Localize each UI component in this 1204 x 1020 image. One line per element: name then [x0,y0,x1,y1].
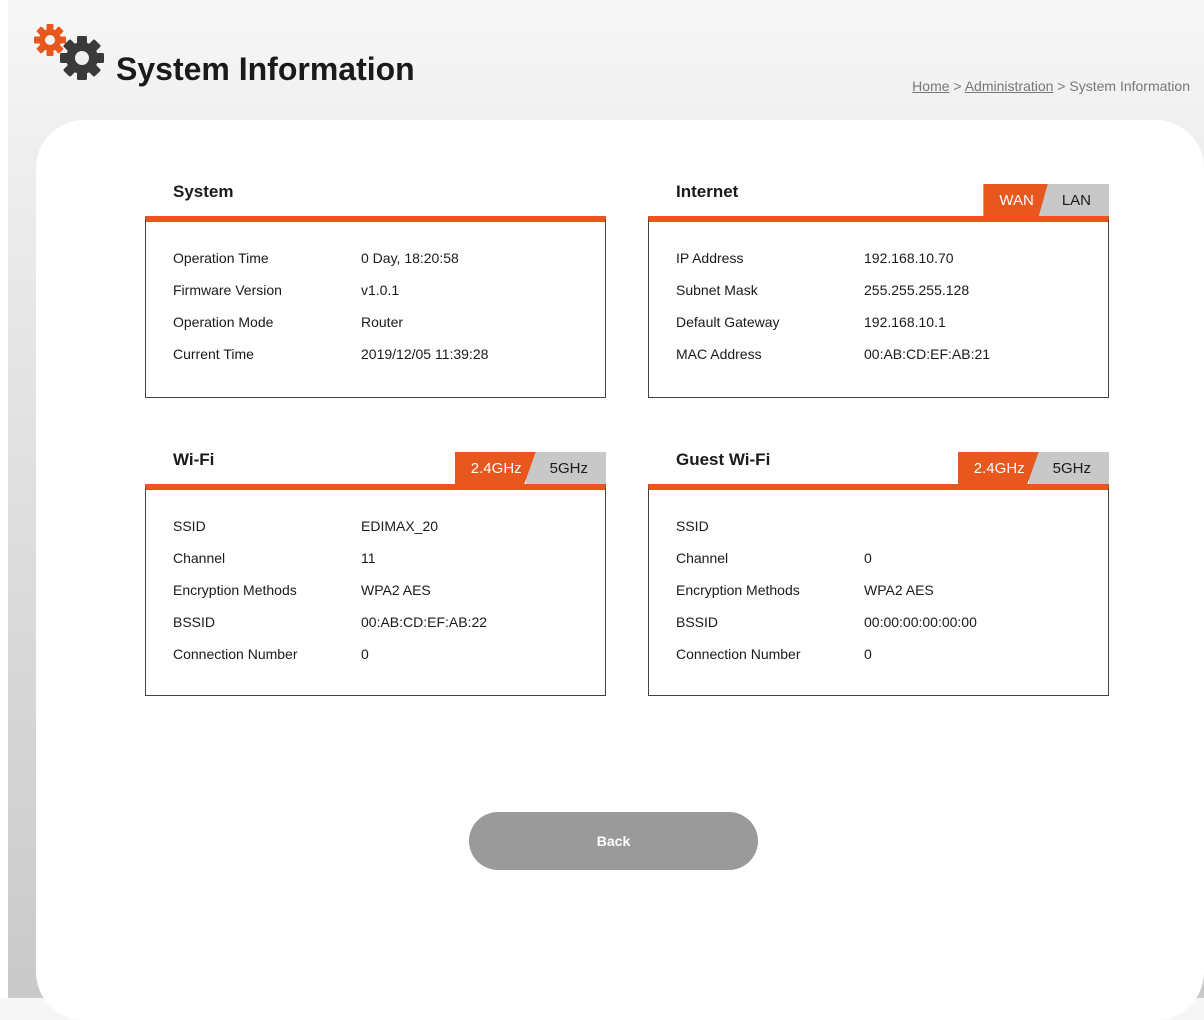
row-label: Encryption Methods [173,582,297,598]
row-label: BSSID [676,614,719,630]
row-label: BSSID [173,614,216,630]
row-label: SSID [173,518,206,534]
info-row: IP Address 192.168.10.70 [649,244,1108,276]
info-row: MAC Address 00:AB:CD:EF:AB:21 [649,340,1108,372]
row-label: Connection Number [173,646,298,662]
wifi-panel-title: Wi-Fi [173,450,215,469]
row-label: Channel [676,550,729,566]
system-panel: System Operation Time 0 Day, 18:20:58 Fir… [145,180,606,398]
row-value: 00:AB:CD:EF:AB:22 [361,614,488,630]
internet-tabs: WAN LAN [983,184,1109,216]
content-card: System Operation Time 0 Day, 18:20:58 Fir… [36,120,1204,1020]
breadcrumb: Home > Administration > System Informati… [912,78,1190,94]
guest-wifi-panel-header: Guest Wi-Fi 2.4GHz 5GHz [648,448,1109,484]
wifi-panel-header: Wi-Fi 2.4GHz 5GHz [145,448,606,484]
row-value: 2019/12/05 11:39:28 [361,346,489,362]
row-label: Subnet Mask [676,282,758,298]
row-label: Connection Number [676,646,801,662]
breadcrumb-administration-link[interactable]: Administration [965,78,1054,94]
row-label: IP Address [676,250,744,266]
row-value: 255.255.255.128 [864,282,970,298]
internet-panel-title: Internet [676,182,739,201]
row-value: 11 [361,550,376,566]
row-value: v1.0.1 [361,282,400,298]
back-button[interactable]: Back [469,812,758,870]
internet-panel-header: Internet WAN LAN [648,180,1109,216]
wifi-tabs: 2.4GHz 5GHz [454,452,606,484]
info-row: Connection Number 0 [146,640,605,672]
tab-lan[interactable]: LAN [1037,184,1109,216]
row-value: 192.168.10.1 [864,314,946,330]
gears-icon [30,20,106,82]
info-row: Subnet Mask 255.255.255.128 [649,276,1108,308]
internet-panel: Internet WAN LAN IP Address 192.168.10.70… [648,180,1109,398]
system-panel-header: System [145,180,606,216]
info-row: Connection Number 0 [649,640,1108,672]
info-row: Operation Time 0 Day, 18:20:58 [146,244,605,276]
system-panel-title: System [173,182,234,201]
info-row: SSID EDIMAX_20 [146,512,605,544]
row-label: Operation Mode [173,314,274,330]
info-row: BSSID 00:AB:CD:EF:AB:22 [146,608,605,640]
breadcrumb-separator: > [949,78,965,94]
row-label: Default Gateway [676,314,780,330]
guest-wifi-tabs: 2.4GHz 5GHz [957,452,1109,484]
row-value: 0 [361,646,369,662]
info-row: Channel 0 [649,544,1108,576]
row-value: Router [361,314,404,330]
row-label: Operation Time [173,250,269,266]
tab-guest-5ghz[interactable]: 5GHz [1028,452,1109,484]
tab-guest-2-4ghz[interactable]: 2.4GHz [957,452,1039,484]
row-value: 0 [864,646,872,662]
guest-wifi-panel: Guest Wi-Fi 2.4GHz 5GHz SSID Channel 0 En… [648,448,1109,696]
row-value: 00:00:00:00:00:00 [864,614,977,630]
row-label: SSID [676,518,709,534]
info-row: Current Time 2019/12/05 11:39:28 [146,340,605,372]
breadcrumb-home-link[interactable]: Home [912,78,949,94]
info-row: Firmware Version v1.0.1 [146,276,605,308]
info-row: Encryption Methods WPA2 AES [649,576,1108,608]
row-value: 0 Day, 18:20:58 [361,250,459,266]
info-row: Default Gateway 192.168.10.1 [649,308,1108,340]
info-row: Operation Mode Router [146,308,605,340]
row-value: 0 [864,550,872,566]
row-value: 192.168.10.70 [864,250,954,266]
system-panel-body: Operation Time 0 Day, 18:20:58 Firmware V… [145,216,606,398]
row-value: EDIMAX_20 [361,518,439,534]
breadcrumb-separator: > [1053,78,1070,94]
tab-wan[interactable]: WAN [983,184,1048,216]
row-value: WPA2 AES [864,582,934,598]
info-row: Encryption Methods WPA2 AES [146,576,605,608]
info-row: Channel 11 [146,544,605,576]
guest-wifi-panel-body: SSID Channel 0 Encryption Methods WPA2 AES… [648,484,1109,696]
row-label: Encryption Methods [676,582,800,598]
info-row: BSSID 00:00:00:00:00:00 [649,608,1108,640]
guest-wifi-panel-title: Guest Wi-Fi [676,450,771,469]
wifi-panel-body: SSID EDIMAX_20 Channel 11 Encryption Metho… [145,484,606,696]
info-row: SSID [649,512,1108,544]
tab-wifi-5ghz[interactable]: 5GHz [525,452,606,484]
page-title: System Information [116,51,415,87]
breadcrumb-current: System Information [1069,78,1190,94]
row-value: 00:AB:CD:EF:AB:21 [864,346,991,362]
tab-wifi-2-4ghz[interactable]: 2.4GHz [454,452,536,484]
row-label: Firmware Version [173,282,282,298]
wifi-panel: Wi-Fi 2.4GHz 5GHz SSID EDIMAX_20 Channel 1… [145,448,606,696]
row-label: Channel [173,550,226,566]
row-label: MAC Address [676,346,762,362]
internet-panel-body: IP Address 192.168.10.70 Subnet Mask 255.2… [648,216,1109,398]
page-left-margin [0,0,8,998]
row-value: WPA2 AES [361,582,431,598]
row-label: Current Time [173,346,254,362]
